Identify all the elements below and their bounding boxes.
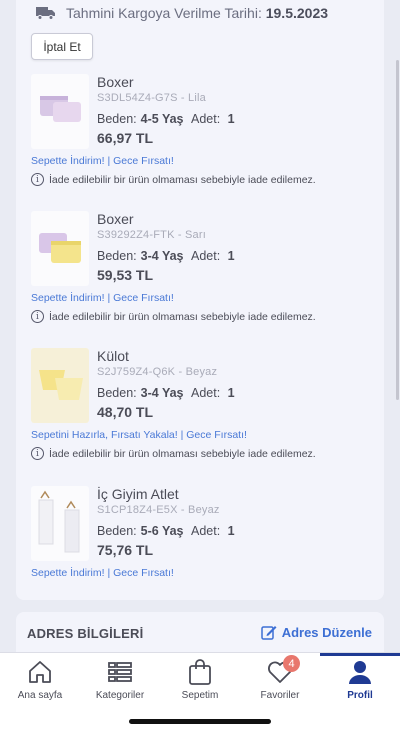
heart-icon: 4 <box>267 655 300 687</box>
return-notice: i İade edilebilir bir ürün olmaması sebeb… <box>31 310 316 323</box>
product-name[interactable]: İç Giyim Atlet <box>97 486 179 502</box>
tab-profile[interactable]: Profil <box>320 657 400 701</box>
edit-address-button[interactable]: Adres Düzenle <box>260 624 372 640</box>
cancel-button[interactable]: İptal Et <box>31 33 93 60</box>
product-price: 66,97 TL <box>97 130 154 146</box>
product-name[interactable]: Boxer <box>97 74 134 90</box>
product-image[interactable] <box>31 74 89 149</box>
shipping-info: Tahmini Kargoya Verilme Tarihi: 19.5.202… <box>36 5 328 21</box>
edit-address-label[interactable]: Adres Düzenle <box>282 625 372 640</box>
product-name[interactable]: Külot <box>97 348 129 364</box>
tab-categories[interactable]: Kategoriler <box>80 657 160 701</box>
product-code: S1CP18Z4-E5X - Beyaz <box>97 504 220 516</box>
product-image[interactable] <box>31 348 89 423</box>
scrollbar[interactable] <box>396 60 399 400</box>
product-size: Beden: 5-6 Yaş Adet: 1 <box>97 524 235 538</box>
return-notice: i İade edilebilir bir ürün olmaması sebeb… <box>31 447 316 460</box>
product-size: Beden: 4-5 Yaş Adet: 1 <box>97 112 235 126</box>
tab-favorites[interactable]: 4 Favoriler <box>240 655 320 701</box>
product-size: Beden: 3-4 Yaş Adet: 1 <box>97 249 235 263</box>
info-icon: i <box>31 310 44 323</box>
favorites-badge: 4 <box>283 655 300 672</box>
promo-text[interactable]: Sepette İndirim! | Gece Fırsatı! <box>31 155 174 167</box>
info-icon: i <box>31 447 44 460</box>
product-code: S3DL54Z4-G7S - Lila <box>97 92 206 104</box>
product-image[interactable] <box>31 486 89 561</box>
address-section: ADRES BİLGİLERİ Adres Düzenle <box>16 612 384 656</box>
shipping-label: Tahmini Kargoya Verilme Tarihi: <box>66 5 262 21</box>
promo-text[interactable]: Sepette İndirim! | Gece Fırsatı! <box>31 292 174 304</box>
tab-home[interactable]: Ana sayfa <box>0 657 80 701</box>
product-name[interactable]: Boxer <box>97 211 134 227</box>
home-indicator[interactable] <box>129 719 271 724</box>
product-size: Beden: 3-4 Yaş Adet: 1 <box>97 386 235 400</box>
product-price: 75,76 TL <box>97 542 154 558</box>
product-image[interactable] <box>31 211 89 286</box>
promo-text[interactable]: Sepette İndirim! | Gece Fırsatı! <box>31 567 174 579</box>
active-tab-indicator <box>320 653 400 656</box>
list-icon <box>107 657 133 687</box>
product-price: 48,70 TL <box>97 404 154 420</box>
truck-icon <box>36 7 55 20</box>
info-icon: i <box>31 173 44 186</box>
promo-text[interactable]: Sepetini Hazırla, Fırsatı Yakala! | Gece… <box>31 429 247 441</box>
product-price: 59,53 TL <box>97 267 154 283</box>
bag-icon <box>188 657 212 687</box>
address-title: ADRES BİLGİLERİ <box>27 626 144 641</box>
shipping-date: 19.5.2023 <box>265 5 329 21</box>
tab-cart[interactable]: Sepetim <box>160 657 240 701</box>
return-notice: i İade edilebilir bir ürün olmaması sebeb… <box>31 173 316 186</box>
product-code: S2J759Z4-Q6K - Beyaz <box>97 366 218 378</box>
product-code: S39292Z4-FTK - Sarı <box>97 229 206 241</box>
profile-icon <box>347 657 373 687</box>
edit-icon <box>260 626 277 640</box>
home-icon <box>27 657 53 687</box>
